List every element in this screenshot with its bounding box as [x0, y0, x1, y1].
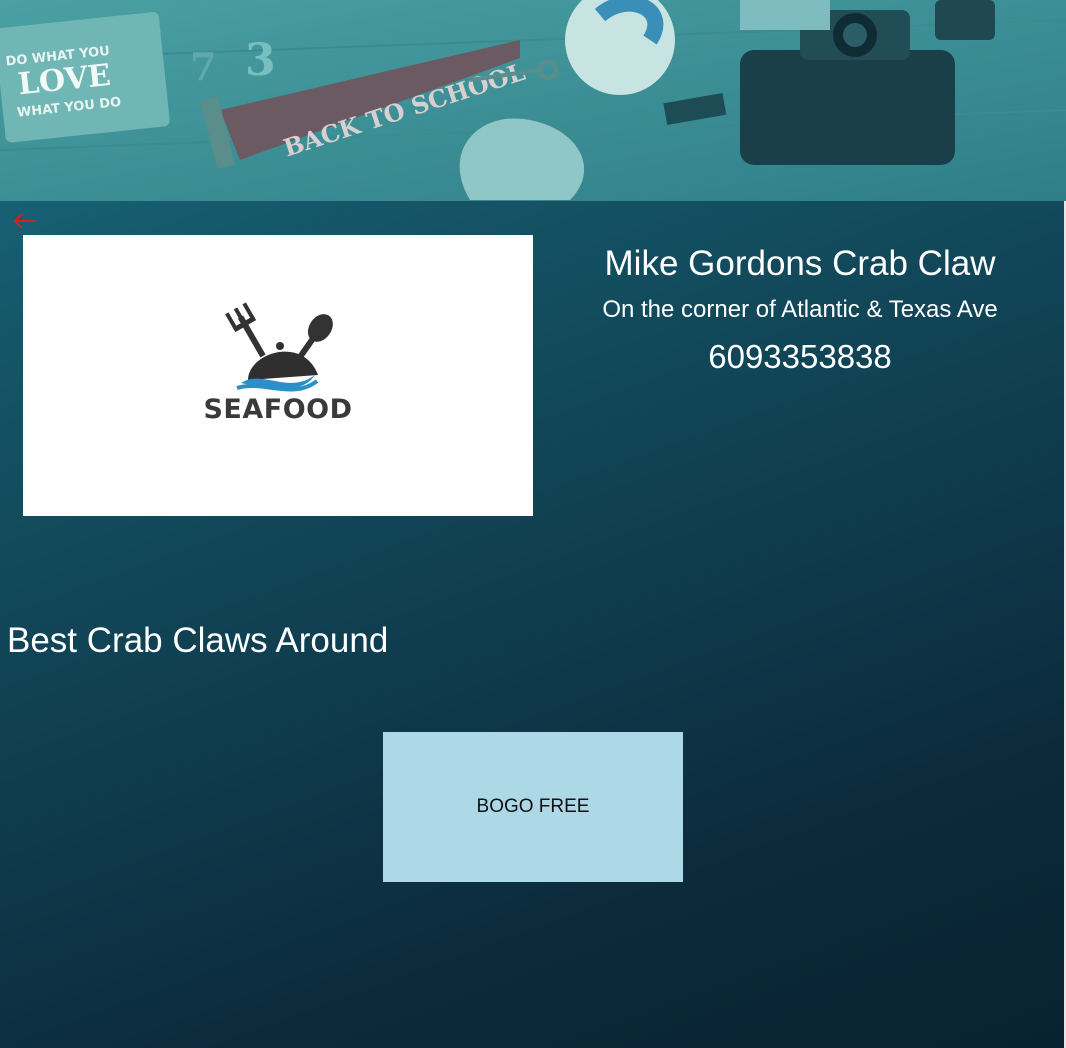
svg-text:3: 3 — [245, 35, 276, 86]
restaurant-logo: SEAFOOD — [23, 235, 533, 516]
hero-photo: DO WHAT YOU LOVE WHAT YOU DO 7 3 BACK TO… — [0, 0, 1066, 201]
arrow-left-icon — [13, 213, 35, 229]
restaurant-address: On the corner of Atlantic & Texas Ave — [602, 296, 998, 323]
seafood-cloche-icon — [225, 302, 333, 392]
restaurant-tagline: Best Crab Claws Around — [7, 621, 389, 660]
back-button[interactable] — [11, 206, 39, 234]
restaurant-info: Mike Gordons Crab Claw On the corner of … — [560, 240, 1040, 381]
restaurant-name: Mike Gordons Crab Claw — [604, 244, 996, 283]
svg-text:7: 7 — [190, 44, 216, 89]
logo-wordmark: SEAFOOD — [203, 394, 353, 425]
hero-banner-image: DO WHAT YOU LOVE WHAT YOU DO 7 3 BACK TO… — [0, 0, 1066, 201]
deal-button[interactable]: BOGO FREE — [383, 732, 683, 882]
book-graphic: DO WHAT YOU LOVE WHAT YOU DO — [0, 12, 170, 143]
restaurant-phone: 6093353838 — [708, 338, 892, 375]
